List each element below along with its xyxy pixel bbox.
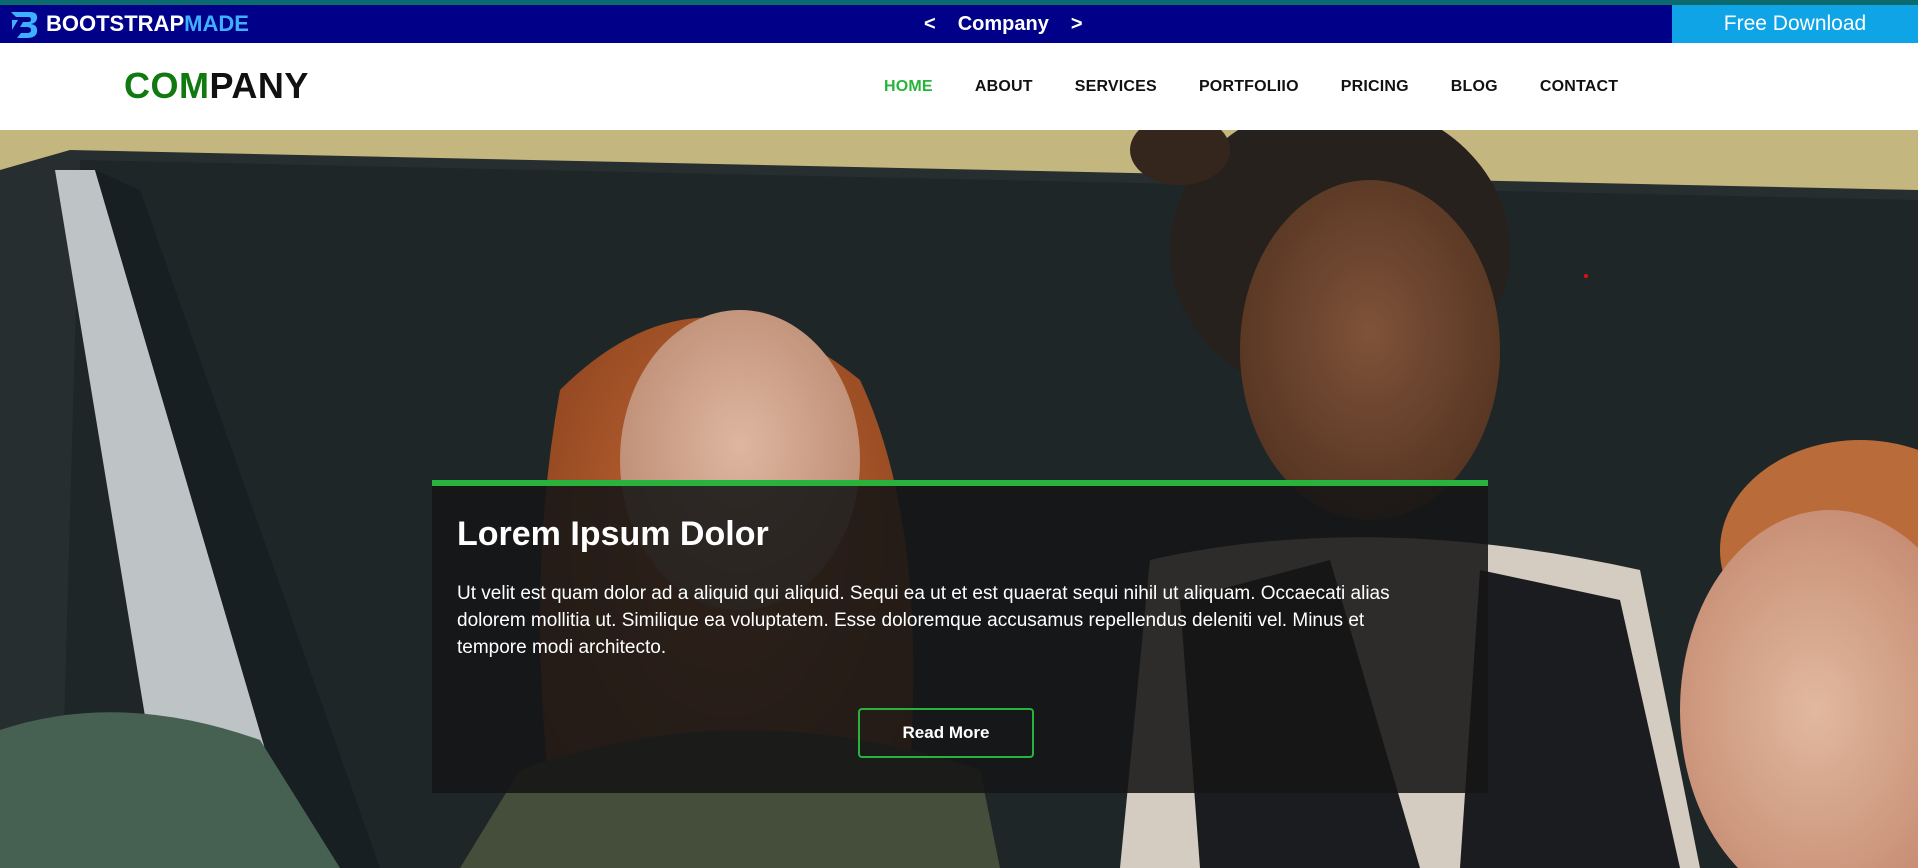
hero-section: Lorem Ipsum Dolor Ut velit est quam dolo… xyxy=(0,130,1918,868)
bootstrapmade-logo-icon xyxy=(11,12,38,38)
hero-title: Lorem Ipsum Dolor xyxy=(457,515,769,553)
free-download-button[interactable]: Free Download xyxy=(1672,5,1918,43)
nav-portfolio[interactable]: PORTFOLIIO xyxy=(1199,78,1299,96)
top-bar: BOOTSTRAPMADE < Company > Free Download xyxy=(0,0,1918,43)
template-switcher: < Company > xyxy=(924,8,1083,40)
logo-part2: PANY xyxy=(209,65,309,106)
read-more-button[interactable]: Read More xyxy=(858,708,1034,758)
brand-name-part1: BOOTSTRAP xyxy=(46,11,185,36)
hero-content-card: Lorem Ipsum Dolor Ut velit est quam dolo… xyxy=(432,480,1488,793)
nav-about[interactable]: ABOUT xyxy=(975,78,1033,96)
next-template-button[interactable]: > xyxy=(1071,13,1083,36)
nav-pricing[interactable]: PRICING xyxy=(1341,78,1409,96)
brand-name-part2: MADE xyxy=(184,11,249,36)
nav-home[interactable]: HOME xyxy=(884,78,933,96)
template-title: Company xyxy=(957,12,1049,35)
nav-contact[interactable]: CONTACT xyxy=(1540,78,1618,96)
nav-services[interactable]: SERVICES xyxy=(1075,78,1157,96)
main-nav: HOME ABOUT SERVICES PORTFOLIIO PRICING B… xyxy=(884,43,1618,130)
nav-blog[interactable]: BLOG xyxy=(1451,78,1498,96)
hero-description: Ut velit est quam dolor ad a aliquid qui… xyxy=(457,583,1390,658)
bootstrapmade-brand[interactable]: BOOTSTRAPMADE xyxy=(8,8,249,40)
logo-part1: COM xyxy=(124,65,210,106)
decorative-dot xyxy=(1584,274,1588,278)
site-header: COMPANY HOME ABOUT SERVICES PORTFOLIIO P… xyxy=(0,43,1918,130)
brand-name: BOOTSTRAPMADE xyxy=(46,8,249,40)
site-logo[interactable]: COMPANY xyxy=(124,65,309,107)
prev-template-button[interactable]: < xyxy=(924,13,936,36)
